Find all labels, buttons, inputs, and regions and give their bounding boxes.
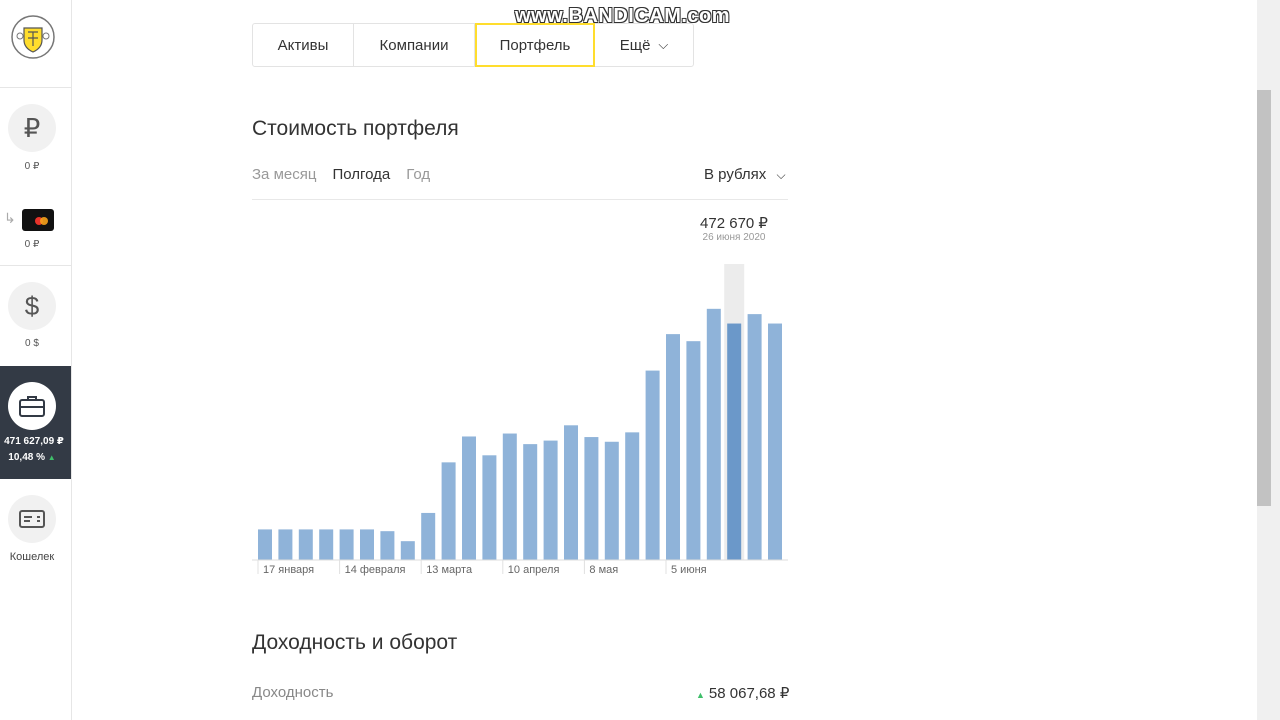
briefcase-icon-wrap	[8, 382, 56, 430]
yield-value-text: 58 067,68 ₽	[708, 685, 790, 702]
portfolio-change-value: 10,48 %	[8, 452, 45, 463]
ruble-amount: 0 ₽	[24, 161, 40, 172]
sidebar-divider	[0, 87, 71, 88]
period-selector: За месяц Полгода Год	[252, 166, 430, 183]
chart-bar[interactable]	[747, 314, 762, 560]
chart-tick-label: 5 июня	[671, 564, 707, 576]
coat-of-arms-icon	[11, 15, 55, 59]
chevron-down-icon: ⌵	[776, 168, 786, 182]
chart-bar[interactable]	[400, 541, 415, 560]
portfolio-value: 471 627,09 ₽	[4, 436, 64, 447]
dollar-icon: $	[24, 290, 40, 321]
wallet-label: Кошелек	[9, 551, 55, 563]
investments-account-button[interactable]: 471 627,09 ₽ 10,48 % ▲	[0, 366, 71, 479]
chart-bar[interactable]	[727, 323, 742, 560]
period-half-year[interactable]: Полгода	[332, 166, 390, 183]
yield-title: Доходность и оборот	[252, 631, 458, 654]
sidebar-divider	[0, 265, 71, 266]
chart-bar[interactable]	[543, 440, 558, 560]
ruble-account-button[interactable]: ₽	[8, 104, 56, 152]
chart-bar[interactable]	[339, 529, 354, 560]
chart-bar[interactable]	[523, 444, 538, 560]
up-arrow-icon: ▲	[696, 690, 705, 700]
tab-assets[interactable]: Активы	[253, 24, 354, 66]
portfolio-change: 10,48 % ▲	[0, 452, 64, 463]
portfolio-bar-chart[interactable]: 17 января 14 февраля 13 марта 10 апреля 8 ма…	[252, 250, 788, 580]
tab-portfolio[interactable]: Портфель	[475, 23, 595, 67]
section-tabs: Активы Компании Портфель Ещё ⌵	[252, 23, 694, 67]
yield-value: ▲ 58 067,68 ₽	[696, 684, 790, 702]
chart-bar[interactable]	[686, 341, 701, 560]
chart-bar[interactable]	[441, 462, 456, 560]
dollar-account-button[interactable]: $	[8, 282, 56, 330]
chart-bar[interactable]	[706, 308, 721, 560]
chart-bar[interactable]	[604, 441, 619, 560]
chart-tick-label: 8 мая	[589, 564, 618, 576]
up-arrow-icon: ▲	[47, 453, 56, 462]
bank-logo[interactable]	[10, 14, 56, 60]
chart-bar[interactable]	[645, 370, 660, 560]
chart-tick-label: 10 апреля	[508, 564, 560, 576]
period-year[interactable]: Год	[406, 166, 430, 183]
chart-bar[interactable]	[258, 529, 272, 560]
chart-bar[interactable]	[380, 531, 395, 560]
wallet-button[interactable]	[8, 495, 56, 543]
tab-more-label: Ещё	[619, 36, 651, 54]
sidebar: ₽ 0 ₽ ↳ 0 ₽ $ 0 $ 471 627,09 ₽ 10,48 % ▲…	[0, 0, 72, 720]
period-month[interactable]: За месяц	[252, 166, 316, 183]
chart-bar[interactable]	[502, 433, 517, 560]
currency-label: В рублях	[704, 166, 767, 183]
chart-bar[interactable]	[625, 432, 640, 560]
wallet-icon	[19, 510, 45, 528]
chart-tick-label: 14 февраля	[345, 564, 406, 576]
chart-tick-label: 13 марта	[426, 564, 473, 576]
yield-label: Доходность	[252, 684, 334, 701]
chart-bar[interactable]	[564, 425, 578, 560]
card-amount: 0 ₽	[24, 239, 40, 250]
chart-tooltip-date: 26 июня 2020	[702, 232, 766, 243]
chevron-down-icon: ⌵	[658, 37, 669, 52]
tab-companies[interactable]: Компании	[354, 24, 475, 66]
chart-tick-label: 17 января	[263, 564, 314, 576]
chart-bar[interactable]	[768, 323, 782, 560]
chart-bar[interactable]	[584, 437, 599, 560]
portfolio-title: Стоимость портфеля	[252, 117, 459, 140]
currency-dropdown[interactable]: В рублях ⌵	[704, 166, 786, 183]
page-scrollbar[interactable]	[1257, 0, 1280, 720]
ruble-icon: ₽	[23, 112, 41, 143]
chart-tooltip-value: 472 670 ₽	[700, 215, 768, 232]
mastercard-card-icon[interactable]	[22, 209, 54, 231]
dollar-amount: 0 $	[25, 338, 39, 349]
chart-bar[interactable]	[278, 529, 293, 560]
chart-bar[interactable]	[298, 529, 313, 560]
chart-bar[interactable]	[666, 334, 680, 560]
chart-bar[interactable]	[462, 436, 476, 560]
chart-bar[interactable]	[319, 529, 334, 560]
chart-bar[interactable]	[360, 529, 374, 560]
briefcase-icon	[19, 396, 45, 417]
chart-bar[interactable]	[421, 512, 436, 560]
chart-divider	[252, 199, 788, 200]
sub-account-arrow-icon: ↳	[4, 210, 16, 226]
scrollbar-thumb[interactable]	[1257, 90, 1271, 506]
tab-more[interactable]: Ещё ⌵	[595, 24, 693, 66]
chart-bar[interactable]	[482, 455, 497, 560]
